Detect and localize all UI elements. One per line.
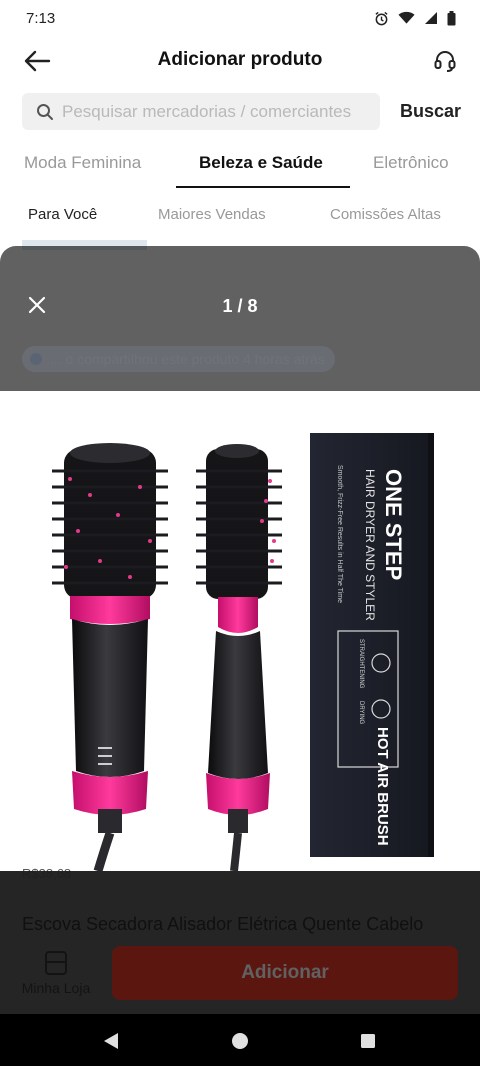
circle-home-icon [232,1033,248,1049]
category-tabs: Moda Feminina Beleza e Saúde Eletrônico [0,145,480,189]
search-box[interactable] [22,93,380,130]
box-brand: ONE STEP [381,469,406,580]
alarm-icon [375,11,388,25]
headset-icon [434,51,456,72]
image-counter: 1 / 8 [222,296,258,316]
subtab-para-voce[interactable]: Para Você [28,206,97,223]
signal-icon [425,12,437,24]
system-nav-bar [0,1014,480,1066]
tab-eletronico[interactable]: Eletrônico [373,153,449,173]
product-image[interactable]: ONE STEP HAIR DRYER AND STYLER Smooth, F… [0,391,480,871]
nav-home-button[interactable] [230,1031,250,1051]
status-time: 7:13 [26,9,56,27]
search-button[interactable]: Buscar [400,101,461,122]
nav-back-button[interactable] [101,1031,121,1051]
brush-small [196,444,282,871]
my-store-button[interactable]: Minha Loja [20,950,92,1000]
share-notice-text: ... o compartilhou este produto 4 horas … [50,351,325,367]
active-tab-indicator [176,186,350,188]
my-store-label: Minha Loja [21,980,91,996]
tab-beleza-e-saude[interactable]: Beleza e Saúde [199,153,323,173]
brush-large [52,443,168,871]
subtab-comissoes-altas[interactable]: Comissões Altas [330,206,441,223]
support-button[interactable] [430,46,460,76]
product-box: ONE STEP HAIR DRYER AND STYLER Smooth, F… [310,433,434,857]
search-icon [37,103,53,120]
tab-moda-feminina[interactable]: Moda Feminina [24,153,141,173]
header: Adicionar produto [0,36,480,86]
status-icons [374,10,456,26]
subtab-maiores-vendas[interactable]: Maiores Vendas [158,206,266,223]
wifi-icon [398,11,415,24]
share-notice: ... o compartilhou este produto 4 horas … [22,346,335,372]
box-feature-left: STRAIGHTENING [358,639,364,689]
triangle-back-icon [104,1033,118,1049]
add-button[interactable]: Adicionar [112,946,458,1000]
square-recents-icon [361,1034,375,1048]
nav-recents-button[interactable] [358,1031,378,1051]
status-bar: 7:13 [0,0,480,36]
search-input[interactable] [62,101,372,122]
hair-brush-photo: ONE STEP HAIR DRYER AND STYLER Smooth, F… [52,433,434,871]
page-title: Adicionar produto [157,49,323,70]
product-name: Escova Secadora Alisador Elétrica Quente… [22,914,424,934]
box-small-text: Smooth, Frizz-Free Results in Half The T… [336,465,343,603]
store-icon [45,951,67,975]
product-price: R$38,68 [22,866,72,881]
battery-icon [447,10,456,25]
share-avatar [30,353,42,365]
box-product-line: HOT AIR BRUSH [374,727,391,846]
box-subtitle: HAIR DRYER AND STYLER [363,469,377,621]
box-feature-right: DRYING [358,701,364,725]
